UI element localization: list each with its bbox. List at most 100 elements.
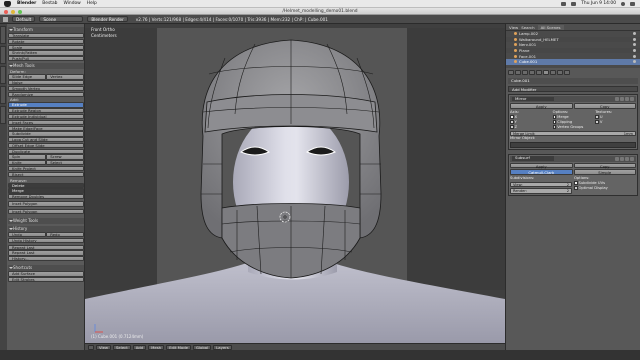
eye-icon[interactable] (633, 37, 636, 41)
repeat-history-button[interactable]: Repeat Last (8, 250, 84, 256)
outliner-row-selected[interactable]: Cube.001 (506, 58, 640, 65)
mirror-copy-button[interactable]: Copy (573, 103, 636, 109)
menu-help[interactable]: Help (87, 1, 97, 6)
screw-button[interactable]: Screw (46, 154, 84, 160)
layout-dropdown[interactable]: Default (12, 16, 36, 22)
outliner-view-menu[interactable]: View (509, 25, 518, 30)
offset-edge-slide-button[interactable]: Offset Edge Slide (8, 142, 84, 149)
list-icon[interactable] (630, 1, 635, 6)
remove-doubles-button[interactable]: Remove Doubles (8, 194, 84, 200)
world-tab-icon[interactable] (522, 70, 528, 75)
object-tab-icon[interactable] (529, 70, 535, 75)
add-menu[interactable]: Add (132, 344, 147, 350)
apple-icon[interactable] (4, 0, 11, 7)
panel-transform[interactable]: Transform (8, 27, 84, 33)
undo-button[interactable]: Undo (8, 231, 46, 237)
panel-shortcuts[interactable]: Shortcuts (8, 265, 84, 272)
mirror-apply-button[interactable]: Apply (510, 103, 573, 109)
tab-tools[interactable] (0, 26, 6, 44)
spin-button[interactable]: Spin (8, 154, 46, 160)
menu-window[interactable]: Window (63, 1, 80, 6)
extrude-region-button[interactable]: Extrude Region (8, 108, 84, 114)
knife-select-button[interactable]: Select (46, 160, 84, 166)
zoom-window-icon[interactable] (18, 9, 22, 14)
info-editor-icon[interactable] (3, 16, 8, 22)
vertex-groups-checkbox[interactable]: Vertex Groups (552, 125, 594, 130)
subdivide-button[interactable]: Subdivide (8, 131, 84, 137)
mesh-menu[interactable]: Mesh (148, 344, 165, 350)
repeat-last-button[interactable]: Repeat Last (8, 244, 84, 250)
editmode-toggle-icon[interactable] (625, 156, 629, 161)
bisect-button[interactable]: Bisect (8, 171, 84, 177)
randomize-button[interactable]: Randomize (8, 91, 84, 97)
material-tab-icon[interactable] (557, 70, 563, 75)
data-tab-icon[interactable] (550, 70, 556, 75)
add-surface-button[interactable]: Add Surface (8, 271, 84, 277)
menu-bestab[interactable]: Bestab (42, 1, 57, 6)
constraints-tab-icon[interactable] (536, 70, 542, 75)
close-icon[interactable] (630, 156, 634, 161)
eye-icon[interactable] (633, 60, 636, 64)
render-levels-field[interactable]: Render: 2 (510, 188, 572, 194)
panel-history[interactable]: History (8, 225, 84, 232)
modifiers-tab-icon[interactable] (543, 70, 549, 75)
outliner-filter-dropdown[interactable]: All Scenes (537, 24, 564, 30)
eye-icon[interactable] (633, 49, 636, 53)
tab-shading[interactable] (0, 66, 6, 84)
edit-strokes-button[interactable]: Edit Strokes (8, 277, 84, 283)
tab-grease-pencil[interactable] (0, 106, 6, 124)
viewport-toggle-icon[interactable] (620, 156, 624, 161)
noise-button[interactable]: Noise (8, 80, 84, 86)
render-toggle-icon[interactable] (615, 156, 619, 161)
rotate-button[interactable]: Rotate (8, 38, 84, 44)
battery-icon[interactable] (571, 1, 577, 6)
mode-dropdown[interactable]: Edit Mode (166, 344, 191, 350)
close-window-icon[interactable] (4, 9, 8, 14)
minimize-window-icon[interactable] (11, 9, 15, 14)
wifi-icon[interactable] (561, 1, 567, 6)
eye-icon[interactable] (633, 43, 636, 47)
history-button[interactable]: History... (8, 256, 84, 262)
close-icon[interactable] (630, 97, 634, 101)
panel-weight-tools[interactable]: Weight Tools (8, 217, 84, 224)
select-menu[interactable]: Select (113, 344, 131, 350)
eye-icon[interactable] (633, 54, 636, 58)
panel-mesh-tools[interactable]: Mesh Tools (8, 63, 84, 70)
slide-edge-button[interactable]: Slide Edge (8, 74, 46, 80)
extrude-individual-button[interactable]: Extrude Individual (8, 114, 84, 120)
eye-icon[interactable] (633, 32, 636, 36)
scale-button[interactable]: Scale (8, 44, 84, 50)
add-modifier-dropdown[interactable]: Add Modifier (508, 86, 638, 92)
tab-options[interactable] (0, 86, 6, 104)
scene-tab-icon[interactable] (515, 70, 521, 75)
vertex-button[interactable]: Vertex (46, 74, 84, 80)
search-icon[interactable] (621, 1, 625, 6)
helmet-model[interactable] (85, 24, 505, 343)
loop-cut-slide-button[interactable]: Loop Cut and Slide (8, 137, 84, 143)
merge-dropdown[interactable]: Merge (8, 188, 84, 194)
inset-polygon-button-2[interactable]: Inset Polygon (8, 208, 84, 214)
render-toggle-icon[interactable] (615, 97, 619, 101)
inset-polygon-button-1[interactable]: Inset Polygon (8, 201, 84, 207)
outliner-search-menu[interactable]: Search (521, 25, 534, 30)
inset-faces-button[interactable]: Inset Faces (8, 119, 84, 125)
pivot-dropdown[interactable]: Global (193, 344, 212, 350)
catmull-clark-toggle[interactable]: Catmull-Clark (510, 169, 573, 175)
knife-project-button[interactable]: Knife Project (8, 166, 84, 172)
make-edge-face-button[interactable]: Make Edge/Face (8, 125, 84, 131)
scene-dropdown[interactable]: Scene (39, 16, 84, 22)
extrude-button[interactable]: Extrude (8, 102, 84, 108)
viewport-toggle-icon[interactable] (620, 97, 624, 101)
smooth-vertex-button[interactable]: Smooth Vertex (8, 85, 84, 92)
subsurf-copy-button[interactable]: Copy (573, 162, 636, 168)
menu-app[interactable]: Blender (17, 1, 36, 6)
layers-widget[interactable]: Layers (213, 344, 232, 350)
duplicate-button[interactable]: Duplicate (8, 148, 84, 154)
simple-toggle[interactable]: Simple (573, 169, 636, 175)
optimal-display-checkbox[interactable]: Optimal Display (574, 186, 636, 191)
texture-v-checkbox[interactable]: V (595, 120, 636, 125)
subsurf-modifier-name[interactable]: Subsurf (512, 156, 554, 161)
shrink-fatten-button[interactable]: Shrink/Fatten (8, 50, 84, 56)
redo-button[interactable]: Redo (46, 231, 84, 237)
view-levels-field[interactable]: View: 2 (510, 181, 572, 187)
